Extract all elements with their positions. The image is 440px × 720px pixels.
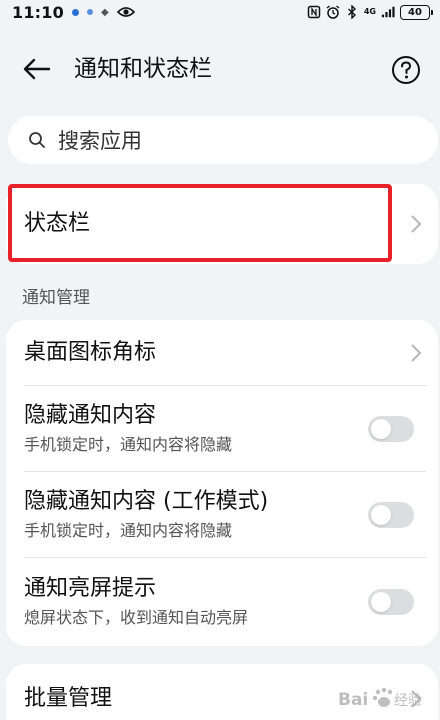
list-item-title: 隐藏通知内容 — [24, 403, 157, 428]
list-item-badge[interactable]: 桌面图标角标 — [6, 320, 438, 386]
list-item-subtitle: 手机锁定时，通知内容将隐藏 — [24, 435, 233, 454]
hide-content-work-toggle[interactable] — [368, 502, 414, 528]
hide-content-toggle[interactable] — [368, 416, 414, 442]
help-button[interactable] — [390, 54, 422, 86]
page-title: 通知和状态栏 — [74, 56, 212, 82]
notification-dot-icon — [71, 8, 79, 16]
list-item-hide-content-work[interactable]: 隐藏通知内容 (工作模式) 手机锁定时，通知内容将隐藏 — [6, 472, 438, 558]
svg-text:Bai: Bai — [338, 690, 368, 710]
bluetooth-icon — [347, 5, 356, 19]
status-bar-card: 状态栏 — [6, 184, 438, 264]
search-icon — [29, 132, 45, 148]
toggle-knob — [371, 592, 391, 612]
battery-indicator: 40 — [400, 4, 433, 20]
status-bar-item[interactable]: 状态栏 — [6, 184, 438, 264]
svg-text:经验: 经验 — [394, 693, 422, 709]
signal-icon — [381, 6, 395, 18]
wake-screen-toggle[interactable] — [368, 589, 414, 615]
alarm-icon — [326, 5, 340, 19]
nfc-icon — [307, 5, 321, 19]
notification-card: 桌面图标角标 隐藏通知内容 手机锁定时，通知内容将隐藏 隐藏通知内容 (工作模式… — [6, 320, 438, 646]
network-type: 4G — [363, 7, 376, 16]
chevron-right-icon — [411, 344, 422, 362]
back-button[interactable] — [20, 54, 54, 84]
list-item-subtitle: 手机锁定时，通知内容将隐藏 — [24, 521, 233, 540]
list-item-wake-screen[interactable]: 通知亮屏提示 熄屏状态下，收到通知自动亮屏 — [6, 558, 438, 646]
app-header: 通知和状态栏 — [0, 44, 440, 94]
compass-icon: ◆ — [100, 6, 109, 18]
list-item-title: 通知亮屏提示 — [24, 576, 157, 601]
baidu-watermark-logo: Bai 经验 — [336, 684, 432, 714]
toggle-knob — [371, 505, 391, 525]
chevron-right-icon — [411, 215, 422, 233]
eye-icon — [116, 7, 135, 17]
notification-dot-icon — [86, 9, 93, 15]
toggle-knob — [371, 419, 391, 439]
status-bar: 11:10 ◆ 4G 40 — [0, 0, 440, 24]
back-arrow-icon — [23, 58, 51, 80]
status-time: 11:10 — [12, 2, 64, 22]
section-label: 通知管理 — [22, 288, 90, 308]
list-item-hide-content[interactable]: 隐藏通知内容 手机锁定时，通知内容将隐藏 — [6, 386, 438, 472]
search-placeholder: 搜索应用 — [58, 129, 142, 153]
list-item-title: 隐藏通知内容 (工作模式) — [24, 489, 269, 514]
question-icon — [392, 56, 420, 84]
list-item-title: 桌面图标角标 — [24, 340, 157, 365]
batch-management-label: 批量管理 — [24, 686, 113, 711]
list-item-subtitle: 熄屏状态下，收到通知自动亮屏 — [24, 608, 249, 627]
search-input[interactable]: 搜索应用 — [8, 116, 438, 164]
status-bar-item-label: 状态栏 — [24, 211, 91, 236]
